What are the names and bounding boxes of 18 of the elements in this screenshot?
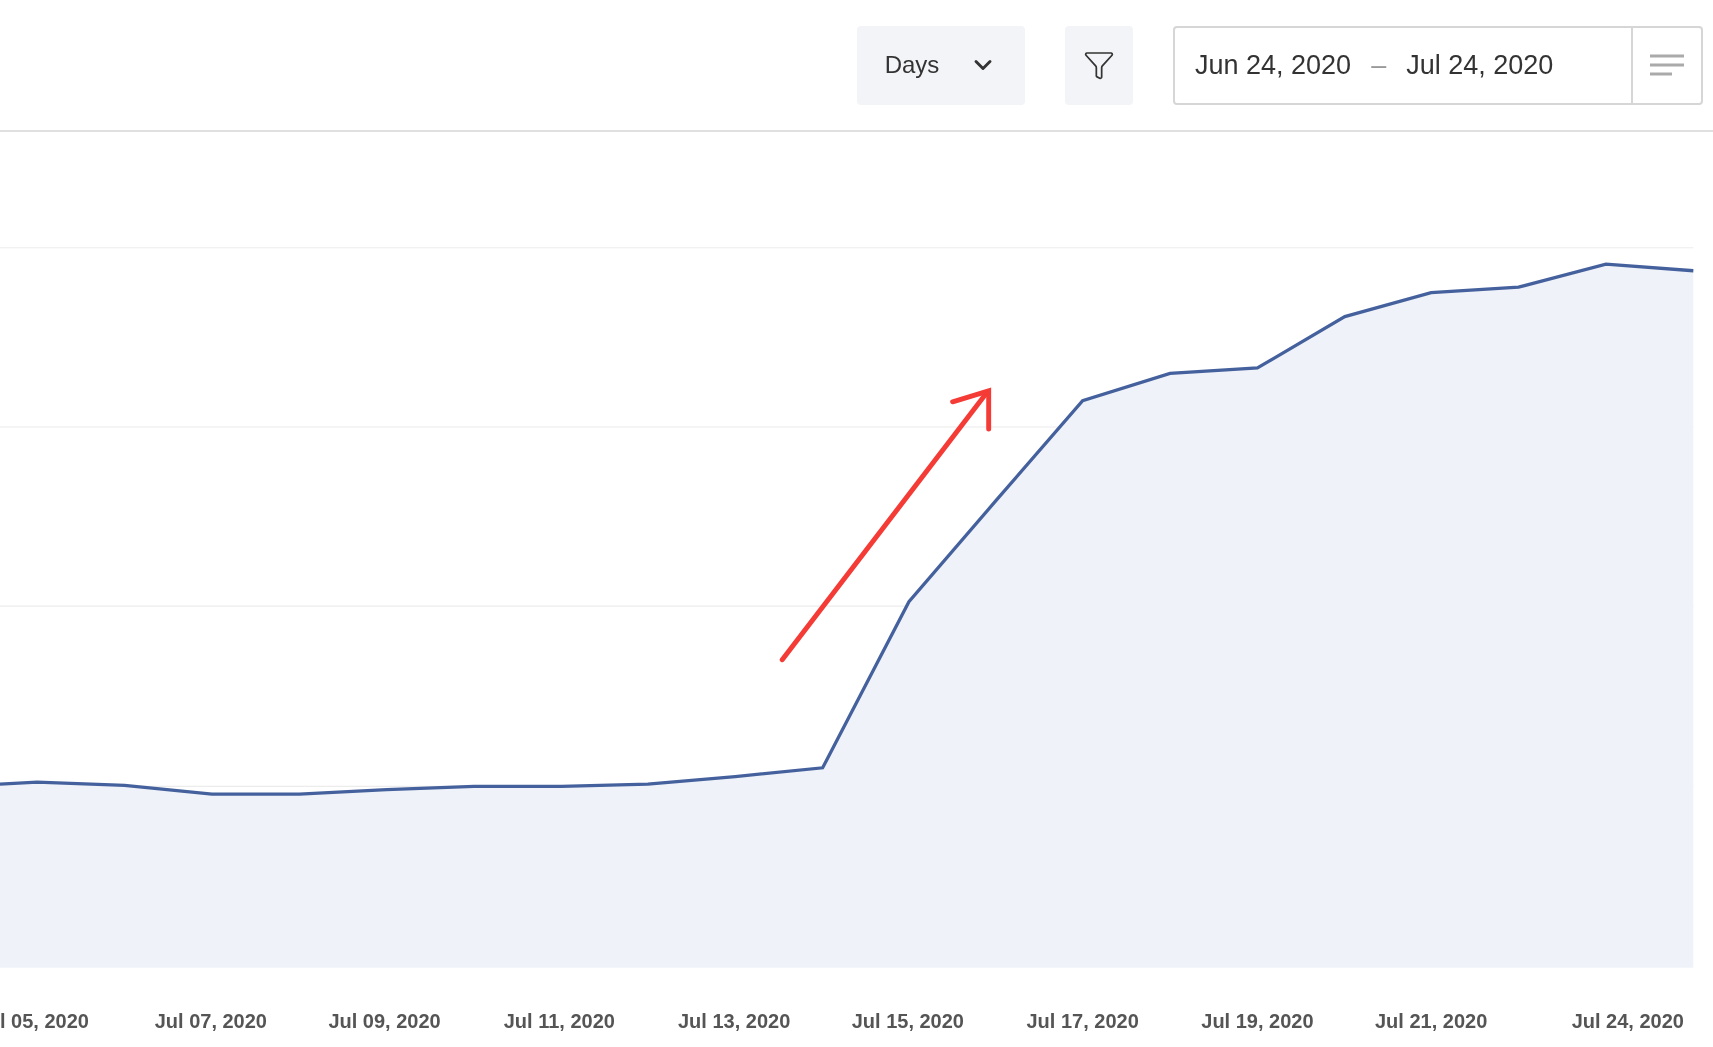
start-date: Jun 24, 2020	[1195, 48, 1352, 82]
x-axis-label: l 05, 2020	[0, 1009, 89, 1034]
filter-icon	[1083, 49, 1115, 81]
x-axis-label: Jul 21, 2020	[1375, 1009, 1488, 1034]
x-axis-label: Jul 07, 2020	[154, 1009, 267, 1034]
x-axis-label: Jul 17, 2020	[1026, 1009, 1139, 1034]
range-separator: –	[1371, 48, 1387, 82]
date-range-field[interactable]: Jun 24, 2020 – Jul 24, 2020	[1173, 25, 1703, 105]
x-axis-label: Jul 19, 2020	[1201, 1009, 1314, 1034]
interval-dropdown[interactable]: Days	[857, 25, 1025, 105]
x-axis-label: Jul 11, 2020	[503, 1009, 615, 1034]
end-date: Jul 24, 2020	[1406, 48, 1554, 82]
x-axis-label: Jul 13, 2020	[678, 1009, 791, 1034]
x-axis-label: Jul 09, 2020	[328, 1009, 441, 1034]
x-axis-label: Jul 24, 2020	[1571, 1009, 1684, 1034]
menu-icon	[1650, 54, 1684, 76]
filter-button[interactable]	[1065, 25, 1133, 105]
x-axis-label: Jul 15, 2020	[851, 1009, 964, 1034]
